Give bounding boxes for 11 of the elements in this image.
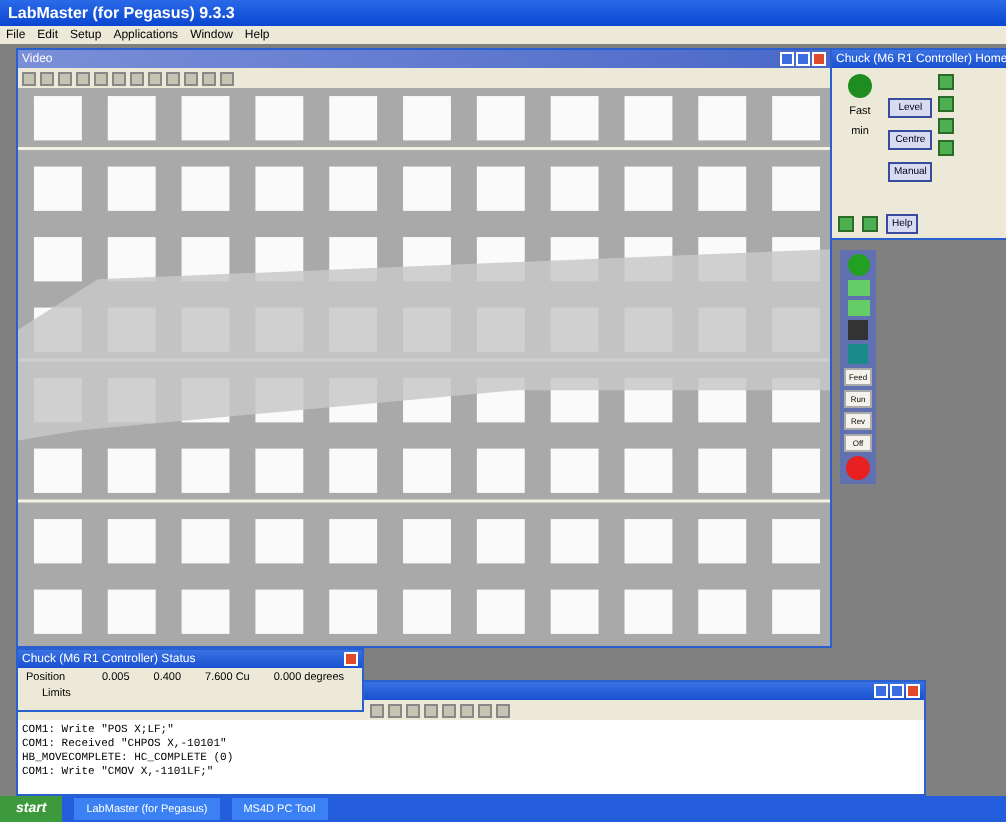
close-button[interactable] xyxy=(812,52,826,66)
close-button[interactable] xyxy=(906,684,920,698)
close-button[interactable] xyxy=(344,652,358,666)
app-title: LabMaster (for Pegasus) 9.3.3 xyxy=(8,4,235,22)
minimize-button[interactable] xyxy=(780,52,794,66)
maximize-button[interactable] xyxy=(796,52,810,66)
status-led-icon xyxy=(848,74,872,98)
minimize-button[interactable] xyxy=(874,684,888,698)
maximize-button[interactable] xyxy=(890,684,904,698)
arrow-button[interactable] xyxy=(847,280,869,296)
arrow-button[interactable] xyxy=(847,300,869,316)
